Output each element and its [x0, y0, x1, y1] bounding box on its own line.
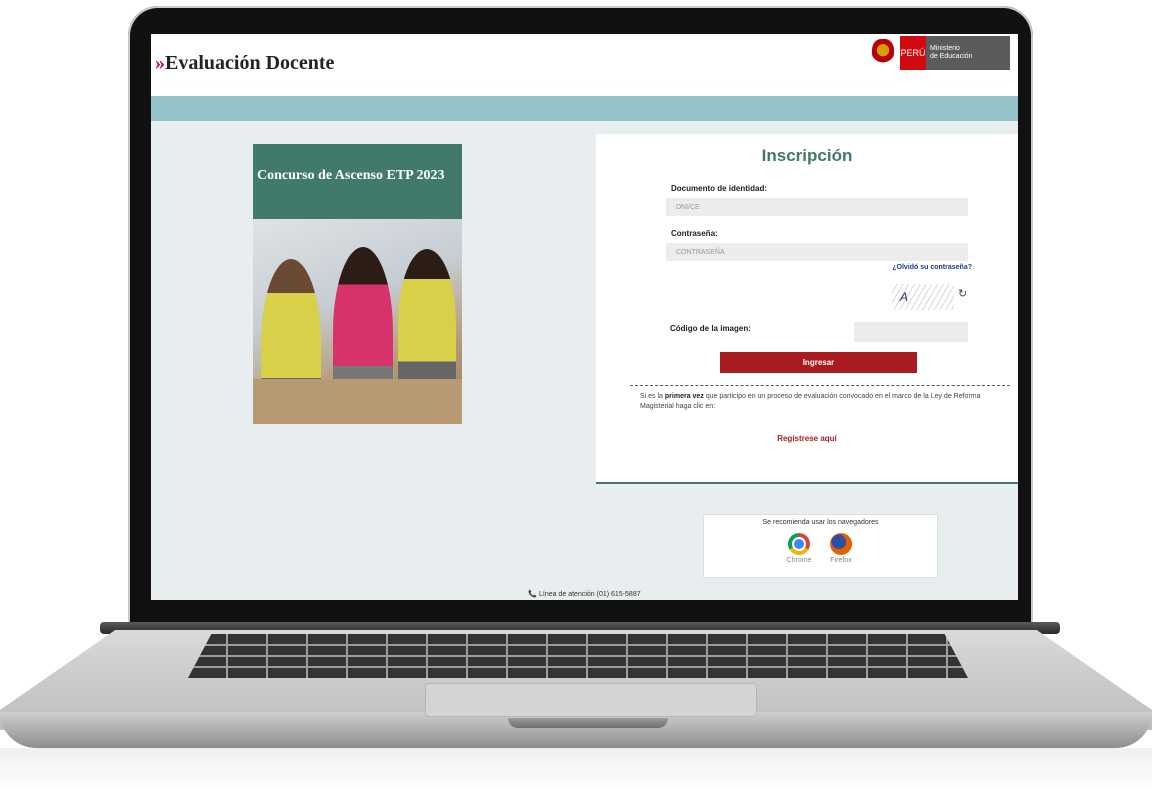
brand-title: Evaluación Docente: [165, 52, 335, 74]
captcha-image: A: [892, 284, 954, 310]
firefox-icon: [830, 533, 852, 555]
first-time-text: Si es la primera vez que participo en un…: [640, 392, 1012, 412]
ministry-line-2: de Educación: [930, 53, 973, 60]
captcha-label: Código de la imagen:: [670, 324, 751, 333]
peru-shield-icon: [872, 39, 894, 67]
poster-photo: [253, 219, 462, 424]
form-title: Inscripción: [761, 146, 853, 165]
ministry-line-1: Ministerio: [930, 45, 960, 52]
first-time-pre: Si es la: [640, 393, 665, 400]
site-header: » Evaluación Docente PERÚ Ministerio de E…: [151, 34, 1018, 96]
login-form: Inscripción Documento de identidad: DNI/…: [596, 134, 1018, 484]
contest-poster: Concurso de Ascenso ETP 2023: [253, 144, 462, 424]
laptop-notch: [508, 718, 668, 728]
document-input[interactable]: DNI/CE: [666, 198, 968, 216]
laptop-reflection: [0, 748, 1152, 793]
peru-label: PERÚ: [900, 36, 926, 70]
chrome-link[interactable]: Chrome: [779, 533, 819, 564]
forgot-password-link[interactable]: ¿Olvidó su contraseña?: [892, 264, 972, 271]
brand-chevron-icon: »: [155, 52, 165, 74]
firefox-link[interactable]: Firefox: [821, 533, 861, 564]
refresh-captcha-icon[interactable]: ↻: [958, 287, 967, 300]
laptop-trackpad: [425, 683, 757, 717]
register-link[interactable]: Regístrese aquí: [596, 434, 1018, 443]
site-brand[interactable]: » Evaluación Docente: [155, 52, 334, 75]
password-label: Contraseña:: [671, 229, 718, 238]
support-phone: 📞 Línea de atención (01) 615-5887: [151, 590, 1018, 598]
document-label: Documento de identidad:: [671, 184, 767, 193]
chrome-label: Chrome: [786, 557, 812, 564]
chrome-icon: [788, 533, 810, 555]
phone-icon: 📞: [528, 591, 538, 598]
first-time-bold: primera vez: [664, 393, 704, 400]
government-logo[interactable]: PERÚ Ministerio de Educación: [872, 36, 1010, 70]
ministry-label: Ministerio de Educación: [926, 36, 1010, 70]
phone-text: Línea de atención (01) 615-5887: [539, 591, 641, 598]
laptop-keyboard: [188, 634, 968, 678]
divider: [630, 385, 1010, 386]
firefox-label: Firefox: [830, 557, 852, 564]
poster-title: Concurso de Ascenso ETP 2023: [253, 144, 462, 219]
captcha-input[interactable]: [854, 322, 968, 342]
browser-recommendation: Se recomienda usar los navegadores Chrom…: [703, 514, 938, 578]
browsers-title: Se recomienda usar los navegadores: [762, 519, 879, 526]
header-band: [151, 96, 1018, 121]
submit-button[interactable]: Ingresar: [720, 352, 917, 373]
laptop-screen: » Evaluación Docente PERÚ Ministerio de E…: [151, 34, 1018, 600]
password-input[interactable]: CONTRASEÑA: [666, 243, 968, 261]
